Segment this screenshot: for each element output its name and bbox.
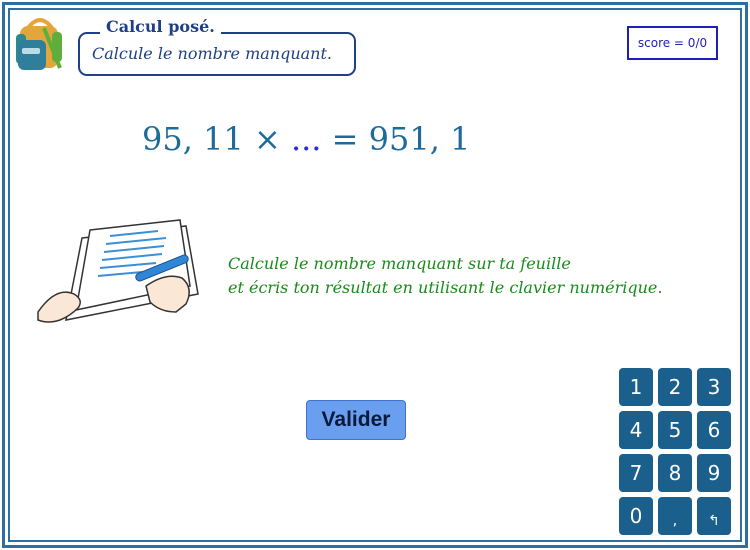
validate-button[interactable]: Valider [306, 400, 406, 440]
instructions-line-1: Calcule le nombre manquant sur ta feuill… [228, 254, 571, 273]
key-0[interactable]: 0 [619, 497, 653, 535]
equation: 95, 11 × ... = 951, 1 [142, 120, 470, 158]
key-9[interactable]: 9 [697, 454, 731, 492]
key-5[interactable]: 5 [658, 411, 692, 449]
equation-right: = 951, 1 [321, 120, 471, 158]
key-2[interactable]: 2 [658, 368, 692, 406]
key-3[interactable]: 3 [697, 368, 731, 406]
key-1[interactable]: 1 [619, 368, 653, 406]
numeric-keypad: 1 2 3 4 5 6 7 8 9 0 , ↰ [619, 368, 731, 535]
instructions-line-2: et écris ton résultat en utilisant le cl… [228, 278, 663, 297]
page-subtitle: Calcule le nombre manquant. [92, 44, 332, 63]
key-6[interactable]: 6 [697, 411, 731, 449]
writing-hands-icon [37, 219, 199, 323]
key-4[interactable]: 4 [619, 411, 653, 449]
page-title: Calcul posé. [100, 17, 221, 36]
key-comma[interactable]: , [658, 497, 692, 535]
equation-left: 95, 11 × [142, 120, 291, 158]
key-7[interactable]: 7 [619, 454, 653, 492]
key-backspace[interactable]: ↰ [697, 497, 731, 535]
backpack-icon [16, 18, 62, 70]
instructions: Calcule le nombre manquant sur ta feuill… [228, 252, 662, 300]
key-8[interactable]: 8 [658, 454, 692, 492]
score-badge: score = 0/0 [627, 26, 718, 60]
equation-blank: ... [290, 120, 322, 158]
